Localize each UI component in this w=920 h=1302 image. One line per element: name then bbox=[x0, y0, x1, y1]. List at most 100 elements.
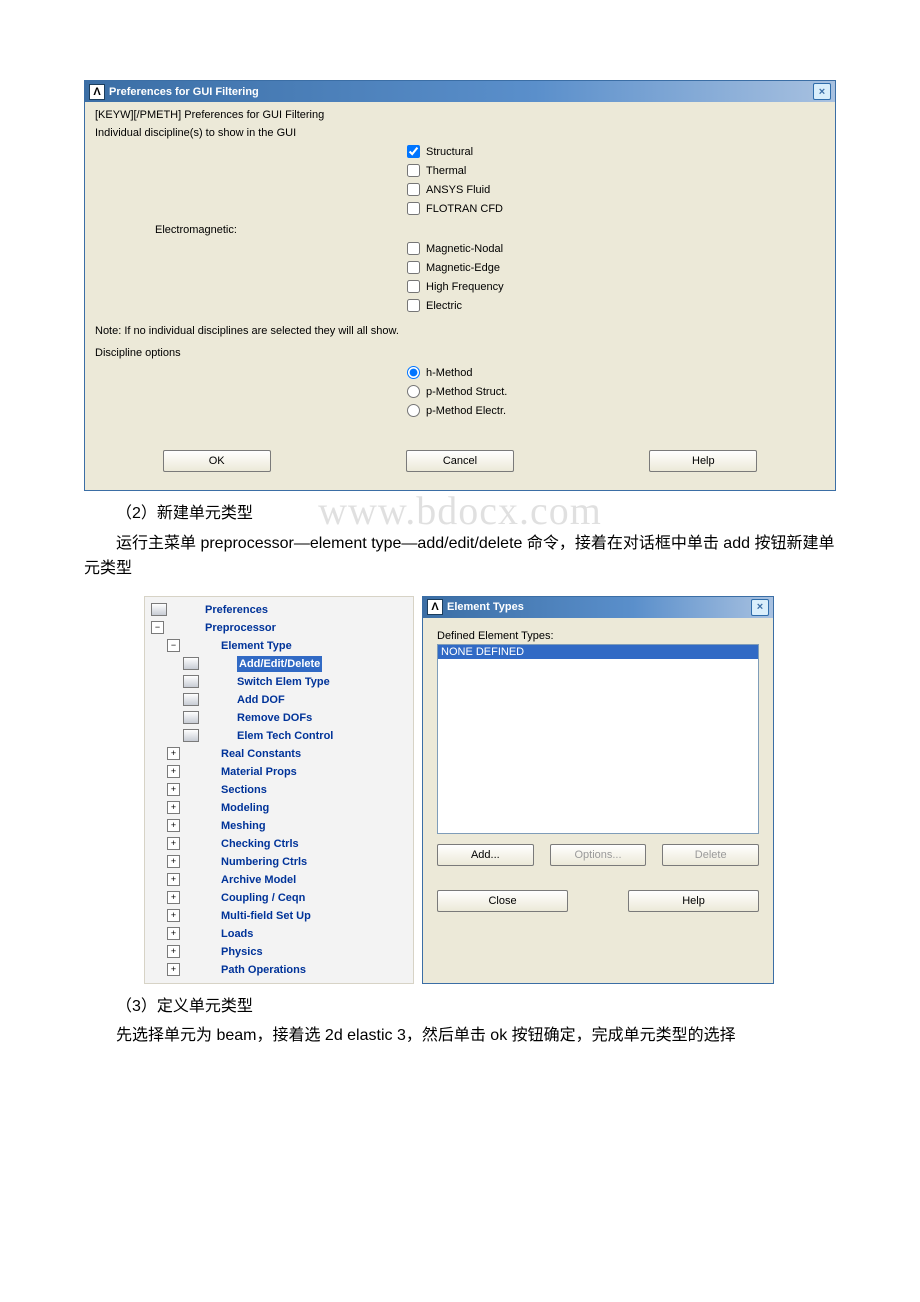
check-mag-edge-row: Magnetic-Edge bbox=[407, 258, 825, 277]
discipline-options-label: Discipline options bbox=[95, 343, 825, 363]
menu-remove-dofs[interactable]: Remove DOFs bbox=[145, 709, 413, 727]
check-electric[interactable] bbox=[407, 299, 420, 312]
check-ansys-fluid-label: ANSYS Fluid bbox=[426, 184, 490, 196]
menu-elem-tech-control[interactable]: Elem Tech Control bbox=[145, 727, 413, 745]
radio-h-method-label: h-Method bbox=[426, 367, 472, 379]
ok-button[interactable]: OK bbox=[163, 450, 271, 472]
menu-path-operations[interactable]: + Path Operations bbox=[145, 961, 413, 979]
check-ansys-fluid[interactable] bbox=[407, 183, 420, 196]
minus-icon: − bbox=[167, 639, 180, 652]
close-button[interactable]: Close bbox=[437, 890, 568, 912]
dialog-icon bbox=[183, 675, 199, 688]
electromagnetic-label: Electromagnetic: bbox=[95, 218, 825, 239]
check-thermal-row: Thermal bbox=[407, 161, 825, 180]
menu-add-dof[interactable]: Add DOF bbox=[145, 691, 413, 709]
menu-material-props[interactable]: + Material Props bbox=[145, 763, 413, 781]
plus-icon: + bbox=[167, 783, 180, 796]
plus-icon: + bbox=[167, 945, 180, 958]
element-types-dialog: Λ Element Types × Defined Element Types:… bbox=[422, 596, 774, 984]
preferences-dialog: Λ Preferences for GUI Filtering × [KEYW]… bbox=[84, 80, 836, 491]
dialog-icon bbox=[183, 729, 199, 742]
radio-p-electr-label: p-Method Electr. bbox=[426, 405, 506, 417]
list-item-none-defined[interactable]: NONE DEFINED bbox=[438, 645, 759, 659]
check-flotran[interactable] bbox=[407, 202, 420, 215]
close-icon[interactable]: × bbox=[813, 83, 831, 100]
pref-line2: Individual discipline(s) to show in the … bbox=[95, 124, 825, 142]
plus-icon: + bbox=[167, 855, 180, 868]
check-mag-nodal-row: Magnetic-Nodal bbox=[407, 239, 825, 258]
radio-p-struct-label: p-Method Struct. bbox=[426, 386, 507, 398]
close-icon[interactable]: × bbox=[751, 599, 769, 616]
heading-3: （3）定义单元类型 bbox=[84, 994, 836, 1020]
check-ansys-fluid-row: ANSYS Fluid bbox=[407, 180, 825, 199]
radio-h-method-row: h-Method bbox=[407, 363, 825, 382]
check-flotran-row: FLOTRAN CFD bbox=[407, 199, 825, 218]
plus-icon: + bbox=[167, 927, 180, 940]
plus-icon: + bbox=[167, 819, 180, 832]
options-button: Options... bbox=[550, 844, 647, 866]
minus-icon: − bbox=[151, 621, 164, 634]
plus-icon: + bbox=[167, 909, 180, 922]
et-button-row-2: Close Help bbox=[437, 890, 759, 912]
radio-h-method[interactable] bbox=[407, 366, 420, 379]
dialog-icon bbox=[183, 657, 199, 670]
check-structural-row: Structural bbox=[407, 142, 825, 161]
dialog-icon bbox=[151, 603, 167, 616]
check-electric-row: Electric bbox=[407, 296, 825, 315]
cancel-button[interactable]: Cancel bbox=[406, 450, 514, 472]
dialog-icon bbox=[183, 711, 199, 724]
plus-icon: + bbox=[167, 873, 180, 886]
menu-element-type[interactable]: − Element Type bbox=[145, 637, 413, 655]
check-structural-label: Structural bbox=[426, 146, 473, 158]
menu-preprocessor[interactable]: − Preprocessor bbox=[145, 619, 413, 637]
menu-archive-model[interactable]: + Archive Model bbox=[145, 871, 413, 889]
check-structural[interactable] bbox=[407, 145, 420, 158]
defined-element-types-list[interactable]: NONE DEFINED bbox=[437, 644, 759, 834]
check-thermal[interactable] bbox=[407, 164, 420, 177]
plus-icon: + bbox=[167, 801, 180, 814]
menu-modeling[interactable]: + Modeling bbox=[145, 799, 413, 817]
menu-switch-elem-type[interactable]: Switch Elem Type bbox=[145, 673, 413, 691]
menu-sections[interactable]: + Sections bbox=[145, 781, 413, 799]
heading-2: （2）新建单元类型 bbox=[84, 501, 836, 527]
main-menu: Preferences − Preprocessor − Element Typ… bbox=[144, 596, 414, 984]
menu-add-edit-delete[interactable]: Add/Edit/Delete bbox=[145, 655, 413, 673]
plus-icon: + bbox=[167, 837, 180, 850]
menu-numbering-ctrls[interactable]: + Numbering Ctrls bbox=[145, 853, 413, 871]
menu-meshing[interactable]: + Meshing bbox=[145, 817, 413, 835]
check-high-freq-label: High Frequency bbox=[426, 281, 504, 293]
et-button-row-1: Add... Options... Delete bbox=[437, 844, 759, 866]
preferences-title-bar: Λ Preferences for GUI Filtering × bbox=[85, 81, 835, 102]
menu-preferences[interactable]: Preferences bbox=[145, 601, 413, 619]
menu-real-constants[interactable]: + Real Constants bbox=[145, 745, 413, 763]
ansys-icon: Λ bbox=[427, 599, 443, 615]
check-mag-edge-label: Magnetic-Edge bbox=[426, 262, 500, 274]
ansys-icon: Λ bbox=[89, 84, 105, 100]
help-button[interactable]: Help bbox=[628, 890, 759, 912]
check-high-freq[interactable] bbox=[407, 280, 420, 293]
element-types-title-bar: Λ Element Types × bbox=[423, 597, 773, 618]
add-button[interactable]: Add... bbox=[437, 844, 534, 866]
check-electric-label: Electric bbox=[426, 300, 462, 312]
radio-p-struct-row: p-Method Struct. bbox=[407, 382, 825, 401]
menu-checking-ctrls[interactable]: + Checking Ctrls bbox=[145, 835, 413, 853]
plus-icon: + bbox=[167, 891, 180, 904]
delete-button: Delete bbox=[662, 844, 759, 866]
menu-multifield-setup[interactable]: + Multi-field Set Up bbox=[145, 907, 413, 925]
dialog-icon bbox=[183, 693, 199, 706]
menu-coupling-ceqn[interactable]: + Coupling / Ceqn bbox=[145, 889, 413, 907]
plus-icon: + bbox=[167, 765, 180, 778]
paragraph-2: 运行主菜单 preprocessor—element type—add/edit… bbox=[84, 531, 836, 582]
radio-p-struct[interactable] bbox=[407, 385, 420, 398]
menu-physics[interactable]: + Physics bbox=[145, 943, 413, 961]
check-thermal-label: Thermal bbox=[426, 165, 466, 177]
menu-loads[interactable]: + Loads bbox=[145, 925, 413, 943]
check-mag-edge[interactable] bbox=[407, 261, 420, 274]
help-button[interactable]: Help bbox=[649, 450, 757, 472]
plus-icon: + bbox=[167, 963, 180, 976]
check-high-freq-row: High Frequency bbox=[407, 277, 825, 296]
element-types-title: Element Types bbox=[447, 601, 524, 613]
check-mag-nodal[interactable] bbox=[407, 242, 420, 255]
radio-p-electr-row: p-Method Electr. bbox=[407, 401, 825, 420]
radio-p-electr[interactable] bbox=[407, 404, 420, 417]
